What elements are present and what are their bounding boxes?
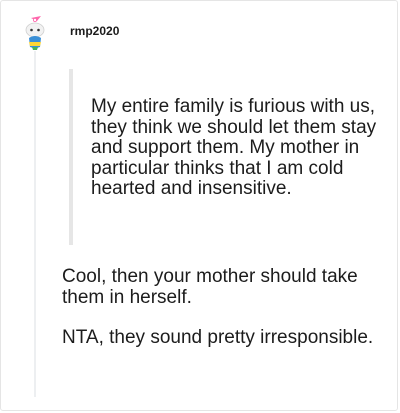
blockquote-bar [69,69,73,245]
reddit-snoo-avatar-icon [25,16,45,50]
comment-header: rmp2020 [19,15,119,51]
comment-card: rmp2020 My entire family is furious with… [0,0,398,411]
comment-paragraph-1: Cool, then your mother should take them … [62,266,358,308]
comment-paragraph-2: NTA, they sound pretty irresponsible. [62,327,374,348]
thread-collapse-line[interactable] [34,51,36,397]
avatar[interactable] [19,15,51,51]
blockquote-text: My entire family is furious with us, the… [91,96,377,199]
username[interactable]: rmp2020 [70,24,119,38]
